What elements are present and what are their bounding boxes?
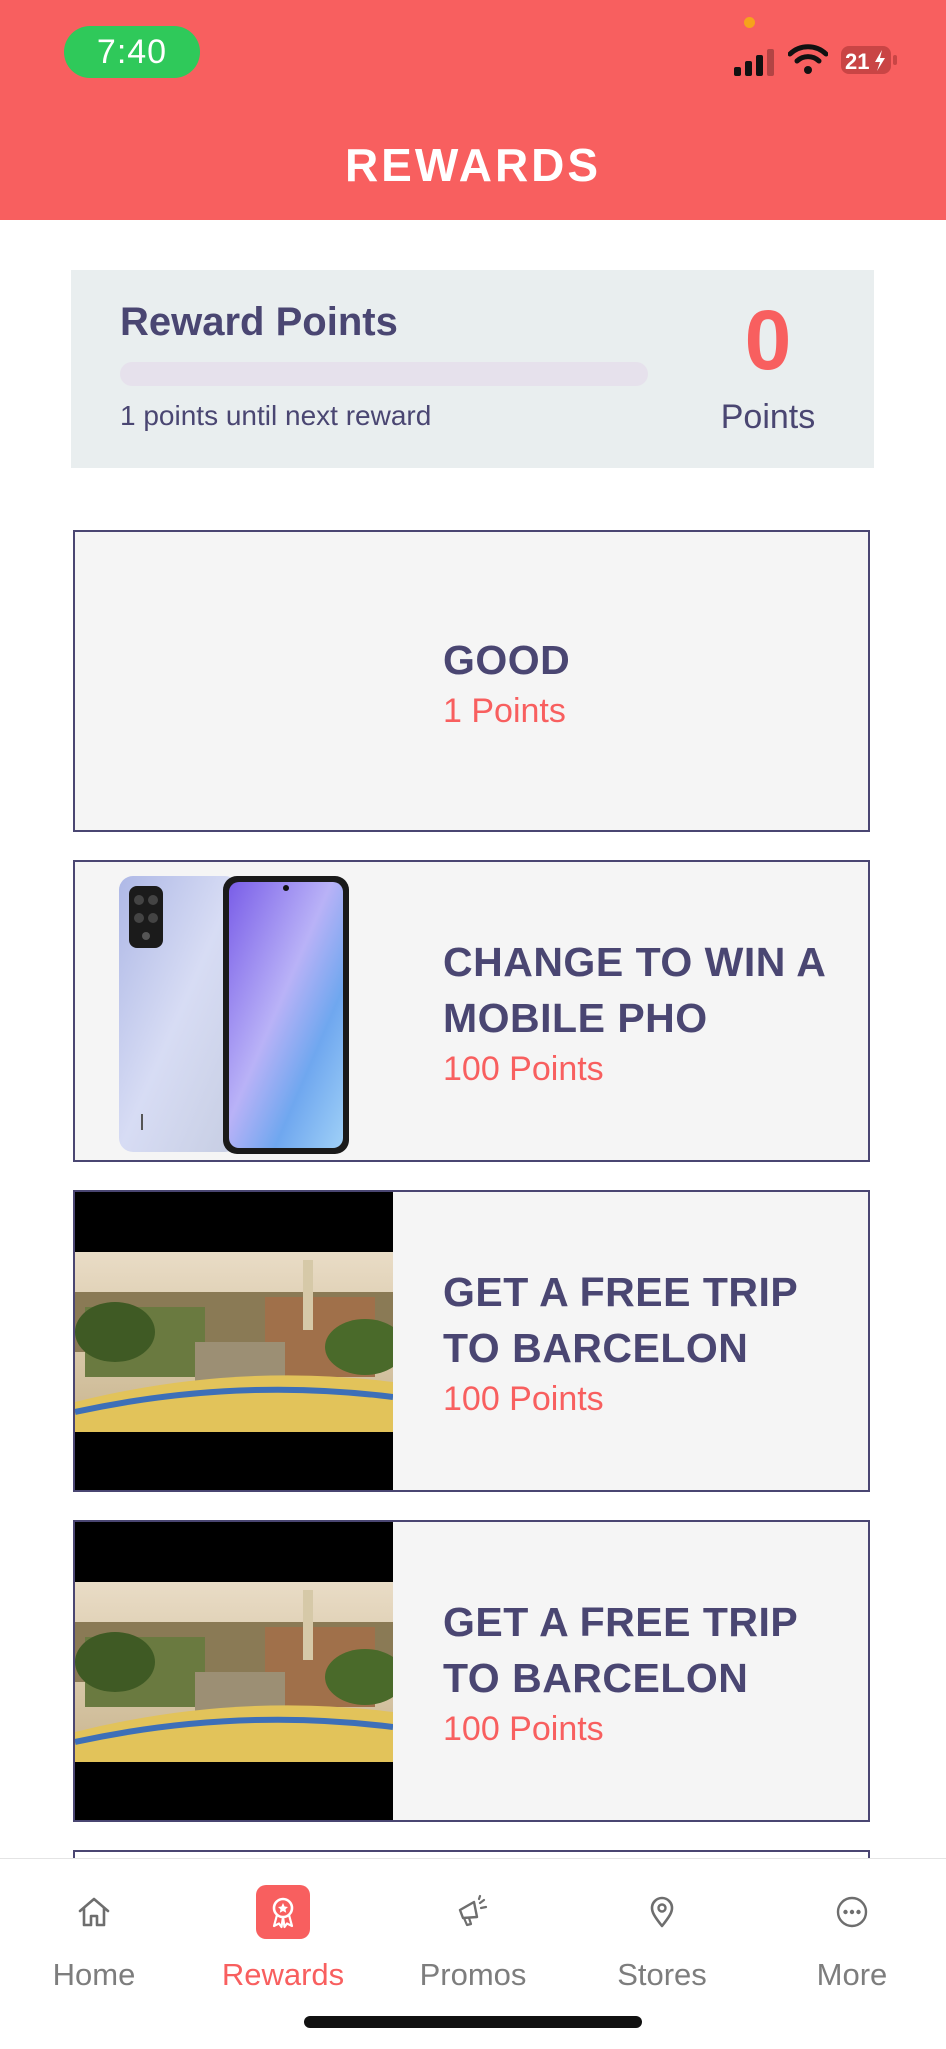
megaphone-icon [446, 1885, 500, 1939]
reward-cost: 100 Points [443, 1049, 604, 1088]
tab-label: Promos [419, 1957, 527, 1992]
reward-card[interactable]: CHANGE TO WIN A MOBILE PHO 100 Points [73, 860, 870, 1162]
tab-promos[interactable]: Promos [393, 1885, 553, 1993]
reward-card[interactable]: GET A FREE TRIP TO BARCELON 100 Points [73, 1520, 870, 1822]
tab-label: Home [52, 1957, 136, 1992]
barcelona-park-image [75, 1522, 393, 1820]
reward-card[interactable]: GET A FREE TRIP TO BARCELON 100 Points [73, 1190, 870, 1492]
reward-name: GOOD [443, 636, 571, 683]
tab-label: More [816, 1957, 888, 1992]
tab-label: Stores [617, 1957, 707, 1992]
tab-rewards[interactable]: Rewards [203, 1885, 363, 1993]
reward-card[interactable]: GOOD 1 Points [73, 530, 870, 832]
page-title: REWARDS [344, 139, 602, 191]
reward-name: CHANGE TO WIN A MOBILE PHO [443, 938, 825, 1041]
points-until-next-reward: 1 points until next reward [120, 400, 432, 431]
tab-label: Rewards [221, 1957, 345, 1992]
app-header: 7:40 21 REWARDS [0, 0, 946, 220]
reward-progress-bar [120, 362, 648, 386]
reward-cost: 100 Points [443, 1709, 604, 1748]
location-pin-icon [635, 1885, 689, 1939]
reward-cost: 100 Points [443, 1379, 604, 1418]
reward-points-card: Reward Points 1 points until next reward… [71, 270, 874, 468]
battery-icon: 21 [841, 46, 897, 74]
camera-indicator-dot [744, 17, 755, 28]
reward-name: GET A FREE TRIP TO BARCELON [443, 1268, 798, 1371]
home-icon [67, 1885, 121, 1939]
reward-name: GET A FREE TRIP TO BARCELON [443, 1598, 798, 1701]
reward-cost: 1 Points [443, 691, 566, 730]
cellular-signal-icon [734, 44, 774, 76]
tab-stores[interactable]: Stores [582, 1885, 742, 1993]
tab-home[interactable]: Home [14, 1885, 174, 1993]
wifi-icon [788, 44, 828, 74]
status-time: 7:40 [64, 26, 200, 78]
phone-image [75, 862, 393, 1160]
points-balance-label: Points [720, 398, 816, 436]
barcelona-park-image [75, 1192, 393, 1490]
tab-more[interactable]: More [772, 1885, 932, 1993]
reward-points-title: Reward Points [120, 300, 398, 344]
more-dots-icon [825, 1885, 879, 1939]
reward-image-empty [75, 532, 393, 830]
battery-level: 21 [845, 49, 869, 74]
rewards-badge-icon [256, 1885, 310, 1939]
home-indicator[interactable] [304, 2016, 642, 2028]
points-balance-value: 0 [744, 293, 792, 387]
